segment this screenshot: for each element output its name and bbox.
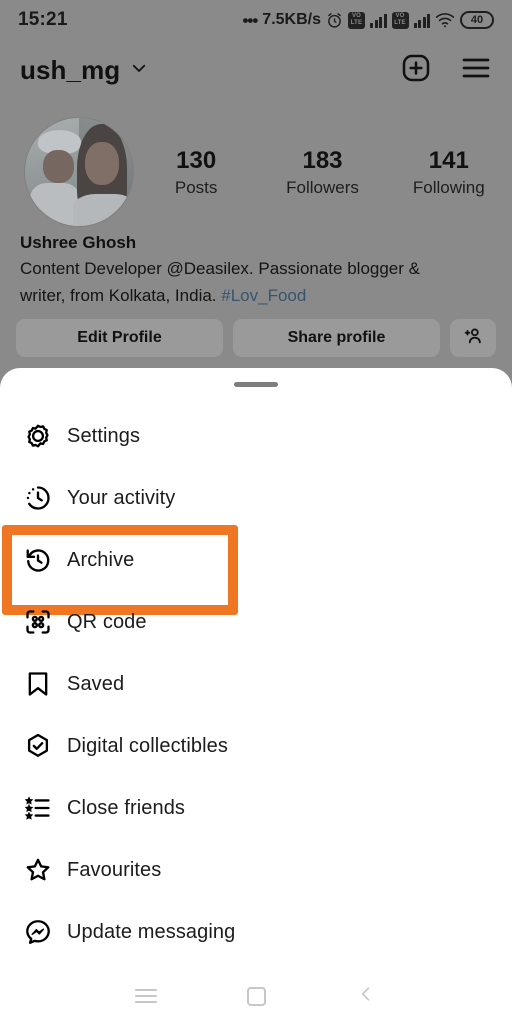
username-title[interactable]: ush_mg [20, 55, 120, 86]
avatar[interactable] [25, 118, 133, 226]
network-speed: 7.5KB/s [262, 11, 321, 28]
star-icon [22, 854, 54, 886]
menu-item-digital-collectibles[interactable]: Digital collectibles [0, 715, 512, 777]
menu-item-update-messaging[interactable]: Update messaging [0, 901, 512, 963]
menu-item-label: Update messaging [67, 920, 236, 943]
archive-clock-icon [22, 544, 54, 576]
back-chevron-icon [356, 984, 376, 1009]
android-nav-bar [0, 968, 512, 1024]
activity-clock-icon [22, 482, 54, 514]
menu-item-label: QR code [67, 610, 147, 633]
share-profile-button[interactable]: Share profile [233, 319, 440, 357]
menu-item-favourites[interactable]: Favourites [0, 839, 512, 901]
menu-item-label: Favourites [67, 858, 162, 881]
add-person-icon [462, 325, 484, 352]
volte-sim2-bottom: LTE [394, 20, 406, 26]
volte-sim1-bottom: LTE [350, 20, 363, 26]
network-dots-icon: ••• [242, 10, 258, 30]
menu-item-qr-code[interactable]: QR code [0, 591, 512, 653]
menu-item-label: Digital collectibles [67, 734, 228, 757]
star-list-icon [22, 792, 54, 824]
bottom-sheet-menu: Settings Your activity Archive QR code S… [0, 368, 512, 1024]
bio-hashtag[interactable]: #Lov_Food [221, 286, 306, 305]
profile-bio-line-2: writer, from Kolkata, India. #Lov_Food [20, 283, 488, 309]
home-square-icon [246, 986, 266, 1006]
alarm-clock-icon [326, 12, 343, 29]
following-label: Following [412, 178, 485, 197]
volte-sim1-top: VO [351, 13, 362, 19]
stat-posts[interactable]: 130 Posts [133, 146, 259, 198]
app-header: ush_mg [0, 44, 512, 96]
qr-code-icon [22, 606, 54, 638]
volte-sim1-icon: VO LTE [348, 11, 365, 29]
messenger-icon [22, 916, 54, 948]
signal-bars-sim1-icon [370, 13, 387, 28]
bio-text-tail: writer, from Kolkata, India. [20, 285, 222, 305]
menu-item-archive[interactable]: Archive [0, 525, 512, 615]
menu-item-label: Archive [67, 548, 135, 571]
profile-action-buttons: Edit Profile Share profile [16, 319, 496, 357]
hamburger-menu-icon[interactable] [460, 52, 492, 89]
menu-item-label: Saved [67, 672, 125, 695]
recents-icon [135, 989, 157, 1003]
menu-list: Settings Your activity Archive QR code S… [0, 405, 512, 963]
add-person-button[interactable] [450, 319, 496, 357]
gear-icon [22, 420, 54, 452]
menu-item-settings[interactable]: Settings [0, 405, 512, 467]
posts-label: Posts [174, 178, 218, 197]
volte-sim2-icon: VO LTE [391, 11, 409, 29]
bookmark-icon [22, 668, 54, 700]
header-actions [400, 52, 492, 89]
plus-square-icon[interactable] [400, 52, 432, 89]
status-bar: 15:21 ••• 7.5KB/s VO LTE VO LTE 40 [0, 0, 512, 40]
menu-item-your-activity[interactable]: Your activity [0, 467, 512, 529]
home-button[interactable] [201, 986, 311, 1006]
profile-full-name: Ushree Ghosh [20, 233, 137, 252]
posts-count: 130 [176, 147, 217, 174]
menu-item-close-friends[interactable]: Close friends [0, 777, 512, 839]
profile-bio-line-1: Content Developer @Deasilex. Passionate … [20, 259, 420, 279]
status-icons: ••• 7.5KB/s VO LTE VO LTE 40 [242, 11, 494, 29]
following-count: 141 [428, 147, 469, 174]
menu-item-label: Settings [67, 424, 141, 447]
chevron-down-icon[interactable] [130, 59, 148, 82]
stat-following[interactable]: 141 Following [386, 146, 512, 198]
followers-count: 183 [302, 147, 343, 174]
stat-followers[interactable]: 183 Followers [259, 146, 385, 198]
profile-bio: Ushree Ghosh Content Developer @Deasilex… [20, 230, 488, 309]
battery-indicator: 40 [460, 11, 494, 29]
profile-stats-row: 130 Posts 183 Followers 141 Following [0, 116, 512, 228]
menu-item-saved[interactable]: Saved [0, 653, 512, 715]
edit-profile-button[interactable]: Edit Profile [16, 319, 223, 357]
recents-button[interactable] [91, 989, 201, 1003]
hexagon-check-icon [22, 730, 54, 762]
back-button[interactable] [311, 984, 421, 1009]
menu-item-label: Close friends [67, 796, 186, 819]
menu-item-label: Your activity [67, 486, 176, 509]
avatar-photo [25, 118, 133, 226]
signal-bars-sim2-icon [413, 13, 430, 28]
drag-handle[interactable] [234, 382, 278, 387]
followers-label: Followers [286, 178, 359, 197]
volte-sim2-top: VO [395, 13, 405, 19]
wifi-icon [435, 12, 455, 28]
status-time: 15:21 [18, 9, 68, 30]
